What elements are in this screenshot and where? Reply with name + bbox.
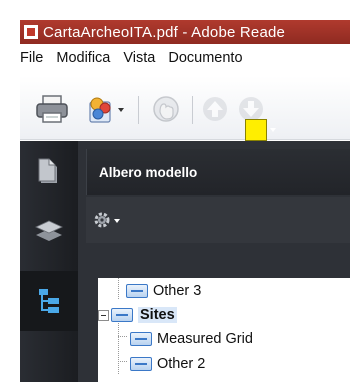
tree-item-measured-grid[interactable]: Measured Grid xyxy=(130,328,253,350)
panel-title: Albero modello xyxy=(99,164,198,180)
title-bar: CartaArcheoITA.pdf - Adobe Reade xyxy=(20,20,350,44)
tree-item-label: Other 3 xyxy=(153,283,202,299)
layer-icon xyxy=(126,284,148,298)
tree-connector xyxy=(118,336,128,337)
adobe-reader-icon xyxy=(24,25,38,39)
panel-toolbar xyxy=(86,197,350,243)
panel-header: Albero modello xyxy=(86,149,350,195)
previous-page-button[interactable] xyxy=(198,92,232,126)
layer-icon xyxy=(130,357,152,371)
gear-icon xyxy=(94,212,120,228)
toolbar-separator xyxy=(138,96,139,124)
window-title: CartaArcheoITA.pdf - Adobe Reade xyxy=(43,23,286,41)
hand-tool-button[interactable] xyxy=(146,92,186,126)
menu-modifica[interactable]: Modifica xyxy=(56,50,117,66)
print-button[interactable] xyxy=(34,92,70,126)
layers-icon xyxy=(35,220,63,241)
pages-icon xyxy=(38,158,57,183)
layers-nav-button[interactable] xyxy=(20,201,78,261)
tree-item-label: Other 2 xyxy=(157,356,206,372)
layer-icon xyxy=(111,308,133,322)
chevron-down-icon[interactable] xyxy=(270,128,276,132)
menu-vista[interactable]: Vista xyxy=(123,50,162,66)
model-tree-icon xyxy=(39,289,59,313)
tree-connector xyxy=(118,278,119,300)
menu-bar: File Modifica Vista Documento xyxy=(20,46,350,70)
tree-connector xyxy=(118,361,128,362)
menu-file[interactable]: File xyxy=(20,50,50,66)
toolbar-separator xyxy=(192,96,193,124)
tree-item-other-2[interactable]: Other 2 xyxy=(130,353,205,375)
collapse-toggle-icon[interactable] xyxy=(98,309,109,321)
tree-item-label: Measured Grid xyxy=(157,331,253,347)
tree-item-other-3[interactable]: Other 3 xyxy=(126,280,201,302)
model-tree: Other 3 Sites Measured Grid Other 2 xyxy=(98,278,350,382)
layer-icon xyxy=(130,332,152,346)
menu-documento[interactable]: Documento xyxy=(168,50,249,66)
main-toolbar xyxy=(20,76,350,140)
share-icon xyxy=(89,97,124,123)
tree-item-label: Sites xyxy=(138,307,177,323)
hand-icon xyxy=(153,96,179,122)
model-tree-nav-button[interactable] xyxy=(20,271,78,331)
app-window: CartaArcheoITA.pdf - Adobe Reade File Mo… xyxy=(20,20,350,382)
pages-nav-button[interactable] xyxy=(20,141,78,201)
printer-icon xyxy=(36,95,68,123)
share-button[interactable] xyxy=(82,92,130,126)
navigation-pane xyxy=(20,141,78,382)
options-button[interactable] xyxy=(92,209,126,231)
highlight-color-swatch[interactable] xyxy=(245,119,267,141)
tree-item-sites[interactable]: Sites xyxy=(98,304,177,326)
previous-page-icon xyxy=(203,97,227,121)
